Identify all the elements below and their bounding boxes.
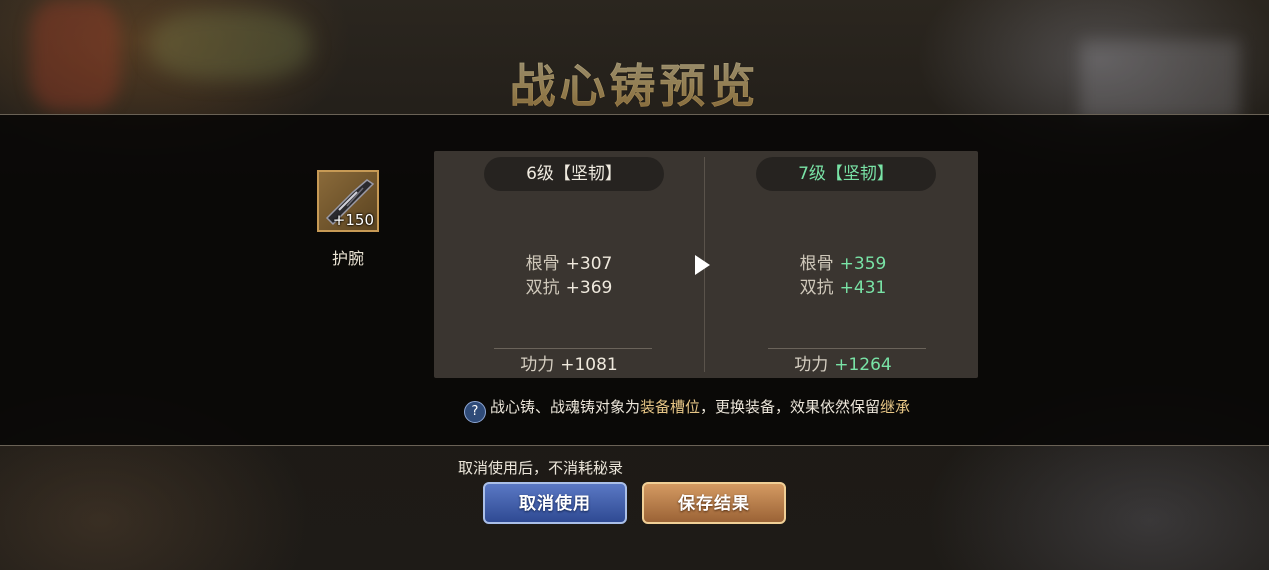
item-slot[interactable]: +150	[317, 170, 379, 232]
next-level: 7级【坚韧】	[756, 157, 936, 191]
power-value: +1081	[560, 355, 618, 375]
stat-value: +369	[565, 278, 613, 298]
power-label: 功力	[794, 355, 829, 375]
divider-line	[768, 348, 926, 349]
stat-label: 根骨	[799, 254, 834, 274]
item-enhance-level: +150	[332, 211, 374, 229]
current-column: 6级【坚韧】 根骨 +307 双抗 +369 功力 +1081	[434, 151, 704, 378]
cancel-use-button[interactable]: 取消使用	[483, 482, 627, 524]
info-note: ? 战心铸、战魂铸对象为装备槽位，更换装备，效果依然保留继承	[464, 396, 910, 423]
current-stat-row: 根骨 +307	[434, 249, 704, 274]
divider-line	[494, 348, 652, 349]
current-power: 功力 +1081	[434, 350, 704, 375]
page-title: 战心铸预览	[0, 50, 1269, 116]
stat-value: +359	[839, 254, 887, 274]
next-column: 7级【坚韧】 根骨 +359 双抗 +431 功力 +1264	[708, 151, 978, 378]
stat-label: 双抗	[525, 278, 560, 298]
note-text: ，更换装备，效果依然保留	[700, 398, 881, 416]
stat-value: +431	[839, 278, 887, 298]
note-highlight: 继承	[880, 398, 911, 416]
cancel-tip: 取消使用后，不消耗秘录	[458, 459, 624, 477]
next-stat-row: 根骨 +359	[708, 249, 978, 274]
stat-label: 根骨	[525, 254, 560, 274]
next-power: 功力 +1264	[708, 350, 978, 375]
compare-panel: 6级【坚韧】 根骨 +307 双抗 +369 功力 +1081 7级【坚韧】 根骨 +3…	[434, 151, 978, 378]
stat-label: 双抗	[799, 278, 834, 298]
note-highlight: 装备槽位	[640, 398, 701, 416]
help-icon[interactable]: ?	[464, 401, 486, 423]
next-stat-row: 双抗 +431	[708, 273, 978, 298]
power-label: 功力	[520, 355, 555, 375]
item-name: 护腕	[331, 249, 364, 268]
note-text: 战心铸、战魂铸对象为	[490, 398, 641, 416]
current-stat-row: 双抗 +369	[434, 273, 704, 298]
stat-value: +307	[565, 254, 613, 274]
current-level: 6级【坚韧】	[484, 157, 664, 191]
power-value: +1264	[834, 355, 892, 375]
save-result-button[interactable]: 保存结果	[642, 482, 786, 524]
